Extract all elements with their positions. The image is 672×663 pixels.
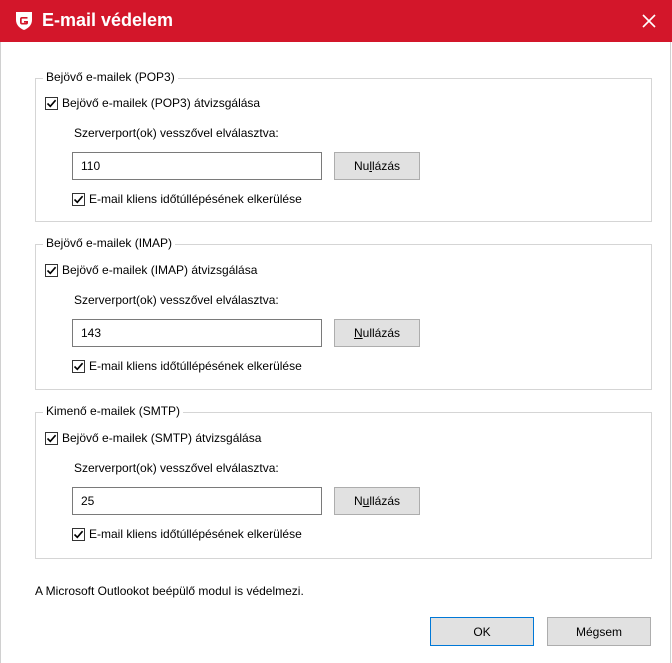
button-label-post: ullázás [362, 326, 401, 340]
pop3-group: Bejövő e-mailek (POP3) Bejövő e-mailek (… [35, 70, 652, 222]
checkbox-label: E-mail kliens időtúllépésének elkerülése [89, 192, 302, 206]
outlook-plugin-note: A Microsoft Outlookot beépülő modul is v… [35, 584, 304, 598]
button-label-post: lázás [372, 159, 401, 173]
imap-timeout-checkbox[interactable]: E-mail kliens időtúllépésének elkerülése [72, 359, 302, 373]
window-title: E-mail védelem [42, 10, 174, 30]
smtp-scan-checkbox[interactable]: Bejövő e-mailek (SMTP) átvizsgálása [45, 431, 261, 445]
title-bar: E-mail védelem [0, 0, 672, 42]
checkbox-box[interactable] [72, 359, 85, 373]
checkbox-box[interactable] [45, 431, 58, 445]
checkbox-box[interactable] [72, 527, 85, 541]
smtp-group: Kimenő e-mailek (SMTP) Bejövő e-mailek (… [35, 404, 652, 559]
gdata-logo-icon [16, 12, 32, 30]
checkbox-label: E-mail kliens időtúllépésének elkerülése [89, 527, 302, 541]
pop3-reset-button[interactable]: Nu l lázás [334, 152, 420, 180]
group-legend: Bejövő e-mailek (IMAP) [43, 236, 176, 250]
ok-button[interactable]: OK [430, 617, 534, 646]
cancel-button[interactable]: Mégsem [547, 617, 651, 646]
smtp-port-input[interactable]: 25 [72, 487, 322, 515]
checkbox-box[interactable] [45, 96, 58, 110]
close-icon [642, 14, 656, 28]
checkmark-icon [46, 99, 57, 107]
checkbox-label: Bejövő e-mailek (IMAP) átvizsgálása [62, 263, 258, 277]
checkmark-icon [73, 195, 84, 203]
imap-port-input[interactable]: 143 [72, 319, 322, 347]
smtp-reset-button[interactable]: Nu llázás [334, 487, 420, 515]
checkbox-label: Bejövő e-mailek (SMTP) átvizsgálása [62, 431, 262, 445]
checkbox-label: E-mail kliens időtúllépésének elkerülése [89, 359, 302, 373]
button-label-hotkey: N [353, 326, 363, 340]
checkbox-box[interactable] [72, 192, 85, 206]
checkbox-box[interactable] [45, 263, 58, 277]
imap-reset-button[interactable]: Nullázás [334, 319, 420, 347]
button-label-pre: Nu [353, 159, 370, 173]
pop3-port-input[interactable]: 110 [72, 152, 322, 180]
checkmark-icon [73, 530, 84, 538]
checkbox-label: Bejövő e-mailek (POP3) átvizsgálása [62, 96, 261, 110]
port-label: Szerverport(ok) vesszővel elválasztva: [74, 126, 279, 140]
button-label-post: llázás [369, 494, 401, 508]
checkmark-icon [73, 362, 84, 370]
port-label: Szerverport(ok) vesszővel elválasztva: [74, 461, 279, 475]
button-label-hotkey: u [362, 494, 370, 508]
imap-scan-checkbox[interactable]: Bejövő e-mailek (IMAP) átvizsgálása [45, 263, 257, 277]
group-legend: Bejövő e-mailek (POP3) [43, 70, 178, 84]
port-label: Szerverport(ok) vesszővel elválasztva: [74, 293, 279, 307]
button-label-pre: N [353, 494, 363, 508]
group-legend: Kimenő e-mailek (SMTP) [43, 404, 184, 418]
checkmark-icon [46, 266, 57, 274]
pop3-timeout-checkbox[interactable]: E-mail kliens időtúllépésének elkerülése [72, 192, 302, 206]
imap-group: Bejövő e-mailek (IMAP) Bejövő e-mailek (… [35, 236, 652, 390]
smtp-timeout-checkbox[interactable]: E-mail kliens időtúllépésének elkerülése [72, 527, 302, 541]
checkmark-icon [46, 434, 57, 442]
pop3-scan-checkbox[interactable]: Bejövő e-mailek (POP3) átvizsgálása [45, 96, 260, 110]
close-button[interactable] [626, 0, 672, 42]
